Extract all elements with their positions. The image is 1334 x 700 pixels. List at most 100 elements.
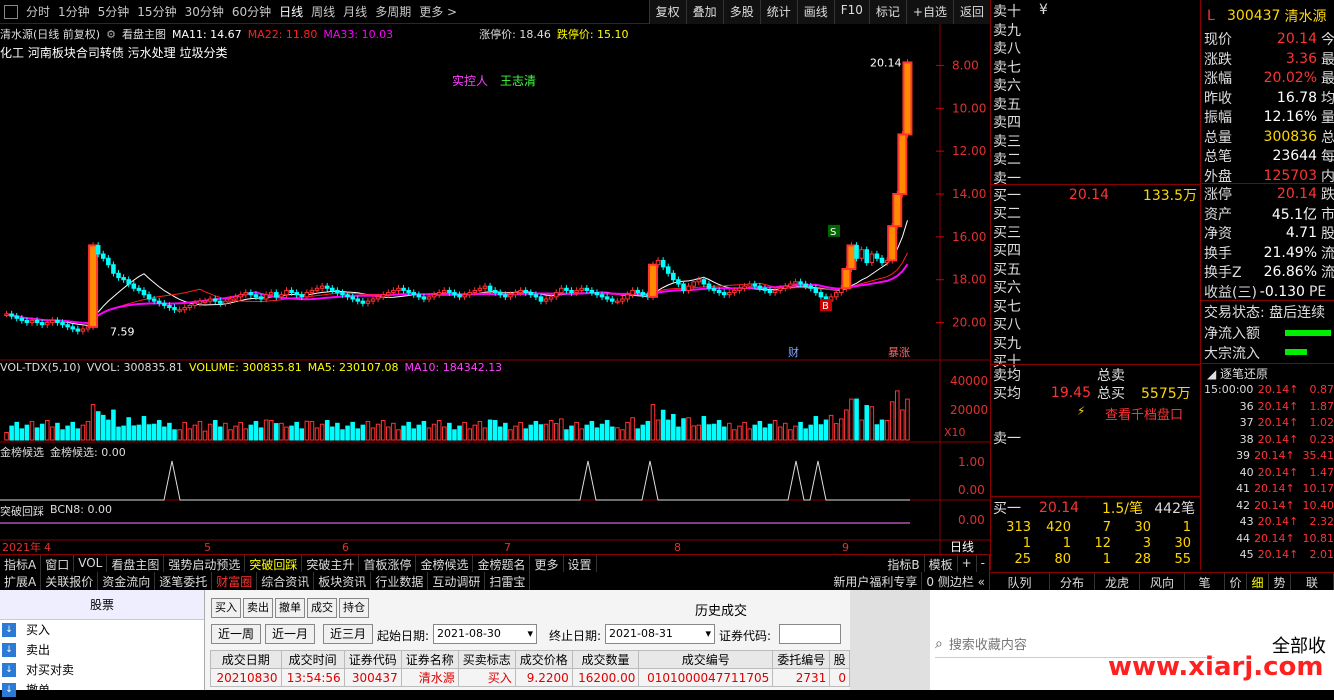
indicator-tab[interactable]: 金榜候选 (416, 555, 473, 572)
table-header[interactable]: 委托编号 (773, 651, 830, 669)
table-header[interactable]: 证券代码 (344, 651, 401, 669)
indicator-tab-right[interactable]: - (977, 555, 990, 572)
sell-level-row[interactable]: 卖五 (991, 95, 1201, 113)
indicator-tab-right[interactable]: 指标B (883, 555, 924, 572)
chart-tool-button[interactable]: 统计 (760, 0, 797, 24)
buy-level-row[interactable]: 买四 (991, 241, 1201, 259)
trade-action-button[interactable]: 卖出 (243, 598, 273, 618)
chart-tool-button[interactable]: F10 (834, 0, 869, 24)
extension-tab[interactable]: 资金流向 (98, 572, 155, 590)
jb-title[interactable]: 金榜候选 (0, 444, 44, 460)
chart-tool-button[interactable]: +自选 (906, 0, 953, 24)
range-button[interactable]: 近一月 (265, 624, 315, 644)
indicator-tab[interactable]: 强势启动预选 (164, 555, 245, 572)
sell-level-row[interactable]: 卖七 (991, 58, 1201, 76)
extension-tab[interactable]: 逐笔委托 (155, 572, 212, 590)
indicator-tab-right[interactable]: 模板 (925, 555, 958, 572)
range-button[interactable]: 近三月 (323, 624, 373, 644)
period-tab[interactable]: 月线 (339, 3, 371, 20)
info-tab[interactable]: 龙虎 (1095, 573, 1140, 590)
extension-tab[interactable]: 板块资讯 (314, 572, 371, 590)
period-tab[interactable]: 周线 (307, 3, 339, 20)
chart-tool-button[interactable]: 画线 (797, 0, 834, 24)
buy-level-row[interactable]: 买一20.14133.5万 (991, 186, 1201, 204)
indicator-tab[interactable]: 首板涨停 (359, 555, 416, 572)
sell-level-row[interactable]: 卖六 (991, 76, 1201, 94)
tick-list-title[interactable]: ◢ 逐笔还原 (1207, 365, 1268, 382)
table-header[interactable]: 股 (830, 651, 850, 669)
table-header[interactable]: 成交日期 (211, 651, 282, 669)
buy-level-row[interactable]: 买五 (991, 260, 1201, 278)
table-header[interactable]: 成交数量 (572, 651, 639, 669)
trade-nav-item[interactable]: ↓买入 (0, 620, 204, 640)
code-input[interactable] (779, 624, 841, 644)
thousand-level-link[interactable]: 查看千档盘口 (1105, 404, 1183, 423)
sell-level-row[interactable]: 卖三 (991, 132, 1201, 150)
extension-tab[interactable]: 互动调研 (428, 572, 485, 590)
info-tab[interactable]: 细 (1247, 573, 1269, 590)
sell-level-row[interactable]: 卖二 (991, 150, 1201, 168)
trade-nav-item[interactable]: ↓对买对卖 (0, 660, 204, 680)
extension-tab[interactable]: 扫雷宝 (485, 572, 530, 590)
info-tab[interactable]: 风向 (1140, 573, 1185, 590)
period-tab[interactable]: 30分钟 (181, 3, 228, 20)
chart-tool-button[interactable]: 返回 (953, 0, 990, 24)
search-favorites-input[interactable]: 搜索收藏内容 (949, 634, 1027, 653)
indicator-tab[interactable]: 看盘主图 (107, 555, 164, 572)
trade-nav-item[interactable]: ↓撤单 (0, 680, 204, 700)
table-header[interactable]: 成交编号 (639, 651, 773, 669)
extension-tab[interactable]: 综合资讯 (257, 572, 314, 590)
trade-action-button[interactable]: 买入 (211, 598, 241, 618)
chart-tool-button[interactable]: 叠加 (686, 0, 723, 24)
trade-nav-item[interactable]: ↓卖出 (0, 640, 204, 660)
extension-tab[interactable]: 扩展A (0, 572, 41, 590)
indicator-tab[interactable]: 窗口 (41, 555, 74, 572)
trade-action-button[interactable]: 撤单 (275, 598, 305, 618)
sell-level-row[interactable]: 卖八 (991, 39, 1201, 57)
extension-tab[interactable]: 关联报价 (41, 572, 98, 590)
buy-level-row[interactable]: 买八 (991, 315, 1201, 333)
period-tab[interactable]: 日线 (275, 3, 307, 20)
tp-title[interactable]: 突破回踩 (0, 503, 44, 519)
indicator-tab[interactable]: 设置 (564, 555, 597, 572)
sell-level-row[interactable]: 卖四 (991, 113, 1201, 131)
chart-tool-button[interactable]: 多股 (723, 0, 760, 24)
promo-link[interactable]: 新用户福利专享 (829, 572, 922, 590)
table-header[interactable]: 证券名称 (401, 651, 458, 669)
info-tab[interactable]: 势 (1269, 573, 1291, 590)
kline-chart[interactable]: 20.0018.0016.0014.0012.0010.008.0020.147… (0, 24, 990, 554)
period-tab[interactable]: 15分钟 (133, 3, 180, 20)
period-tab[interactable]: 1分钟 (54, 3, 94, 20)
extension-tab[interactable]: 行业数据 (371, 572, 428, 590)
indicator-tab[interactable]: VOL (74, 555, 107, 572)
buy-level-row[interactable]: 买三 (991, 223, 1201, 241)
buy-level-row[interactable]: 买七 (991, 297, 1201, 315)
chart-tool-button[interactable]: 标记 (869, 0, 906, 24)
info-tab[interactable]: 队列 (990, 573, 1050, 590)
table-header[interactable]: 成交价格 (515, 651, 572, 669)
trade-action-button[interactable]: 成交 (307, 598, 337, 618)
table-row[interactable]: 2021083013:54:56300437清水源买入9.220016200.0… (211, 669, 850, 687)
period-tab[interactable]: 分时 (22, 3, 54, 20)
buy-level-row[interactable]: 买二 (991, 204, 1201, 222)
period-tab[interactable]: 更多 > (415, 3, 461, 20)
sell-level-row[interactable]: 卖九 (991, 21, 1201, 39)
table-header[interactable]: 成交时间 (281, 651, 344, 669)
table-header[interactable]: 买卖标志 (458, 651, 515, 669)
period-tab[interactable]: 多周期 (371, 3, 415, 20)
trade-action-button[interactable]: 持仓 (339, 598, 369, 618)
indicator-tab[interactable]: 指标A (0, 555, 41, 572)
buy-level-row[interactable]: 买六 (991, 278, 1201, 296)
indicator-tab[interactable]: 金榜题名 (473, 555, 530, 572)
chart-tool-button[interactable]: 复权 (649, 0, 686, 24)
info-tab[interactable]: 联 (1291, 573, 1334, 590)
range-button[interactable]: 近一周 (211, 624, 261, 644)
info-tab[interactable]: 价 (1225, 573, 1247, 590)
vol-title[interactable]: VOL-TDX(5,10) (0, 361, 81, 374)
start-date-picker[interactable]: 2021-08-30▾ (433, 624, 537, 644)
sell-level-row[interactable]: 卖十 (991, 2, 1201, 20)
period-tab[interactable]: 5分钟 (94, 3, 134, 20)
menu-icon[interactable] (4, 5, 18, 19)
indicator-tab[interactable]: 突破主升 (302, 555, 359, 572)
extension-tab[interactable]: 财富圈 (212, 572, 257, 590)
